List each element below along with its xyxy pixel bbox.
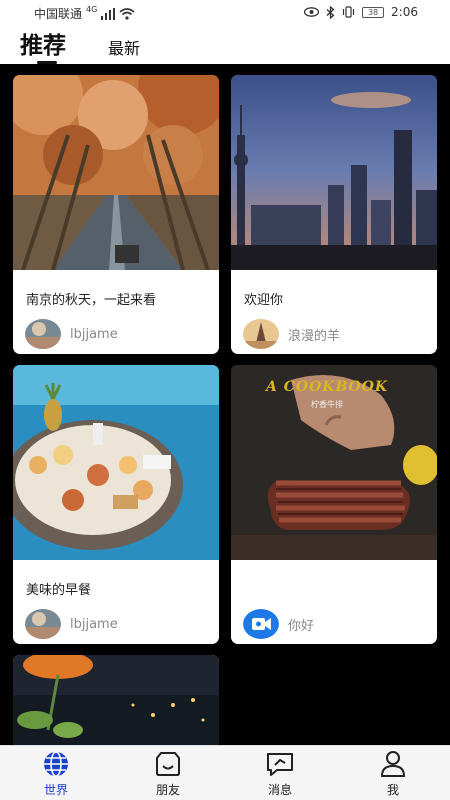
- post-title: 欢迎你: [244, 293, 284, 308]
- post-card[interactable]: A COOKBOOK 柠香牛排 你好: [231, 365, 437, 644]
- post-image-floating-breakfast: [13, 365, 219, 560]
- post-card[interactable]: 欢迎你 浪漫的羊: [231, 75, 437, 354]
- status-left: 中国联通 4G: [34, 5, 135, 22]
- status-bar: 中国联通 4G 38 2:06: [0, 0, 450, 24]
- post-title: 美味的早餐: [26, 583, 92, 598]
- friends-icon: [156, 752, 180, 776]
- clock-label: 2:06: [391, 5, 418, 19]
- post-author[interactable]: lbjjame: [25, 319, 118, 349]
- message-icon: [267, 753, 293, 776]
- video-call-avatar-icon: [243, 609, 279, 639]
- post-card[interactable]: 南京的秋天，一起来看 lbjjame: [13, 75, 219, 354]
- nav-world-label: 世界: [43, 783, 68, 797]
- author-avatar: [25, 609, 61, 639]
- network-label: 4G: [86, 5, 98, 14]
- carrier-label: 中国联通: [34, 7, 83, 21]
- author-name: lbjjame: [70, 326, 118, 342]
- feed-grid: 南京的秋天，一起来看 lbjjame 欢迎你 浪漫的羊 美味的早餐 lbjjam…: [0, 64, 450, 745]
- post-author[interactable]: 你好: [243, 609, 314, 639]
- top-tab-bar: 推荐 最新: [0, 24, 450, 64]
- status-right: 38 2:06: [304, 5, 418, 19]
- post-image-night-flowers: [13, 655, 219, 745]
- author-name: 浪漫的羊: [288, 328, 341, 344]
- person-icon: [380, 751, 406, 777]
- nav-messages-label: 消息: [267, 783, 292, 797]
- nav-messages[interactable]: 消息: [250, 750, 310, 798]
- author-name: 你好: [288, 618, 315, 634]
- post-card[interactable]: 美味的早餐 lbjjame: [13, 365, 219, 644]
- image-overlay-subtitle: 柠香牛排: [311, 400, 343, 409]
- nav-friends-label: 朋友: [155, 783, 180, 797]
- nav-me-label: 我: [386, 783, 399, 797]
- bottom-nav: 世界 朋友 消息 我: [0, 745, 450, 800]
- vibrate-icon: [342, 6, 355, 18]
- tab-latest[interactable]: 最新: [108, 35, 140, 59]
- tab-recommended[interactable]: 推荐: [20, 26, 66, 60]
- wifi-icon: [119, 7, 135, 20]
- post-image-city-skyline: [231, 75, 437, 270]
- globe-icon: [44, 751, 68, 777]
- post-title: 南京的秋天，一起来看: [26, 293, 157, 308]
- battery-icon: 38: [362, 6, 385, 18]
- post-image-steak: A COOKBOOK 柠香牛排: [231, 365, 437, 560]
- post-author[interactable]: 浪漫的羊: [243, 319, 340, 349]
- nav-me[interactable]: 我: [363, 750, 423, 798]
- nav-friends[interactable]: 朋友: [138, 750, 198, 798]
- post-image-autumn-road: [13, 75, 219, 270]
- author-name: lbjjame: [70, 616, 118, 632]
- nav-world[interactable]: 世界: [26, 750, 86, 798]
- author-avatar: [243, 319, 279, 349]
- image-overlay-title: A COOKBOOK: [266, 379, 389, 395]
- post-card[interactable]: [13, 655, 219, 745]
- post-author[interactable]: lbjjame: [25, 609, 118, 639]
- bluetooth-icon: [326, 5, 335, 19]
- signal-icon: [101, 7, 116, 20]
- author-avatar: [25, 319, 61, 349]
- eye-icon: [304, 7, 320, 17]
